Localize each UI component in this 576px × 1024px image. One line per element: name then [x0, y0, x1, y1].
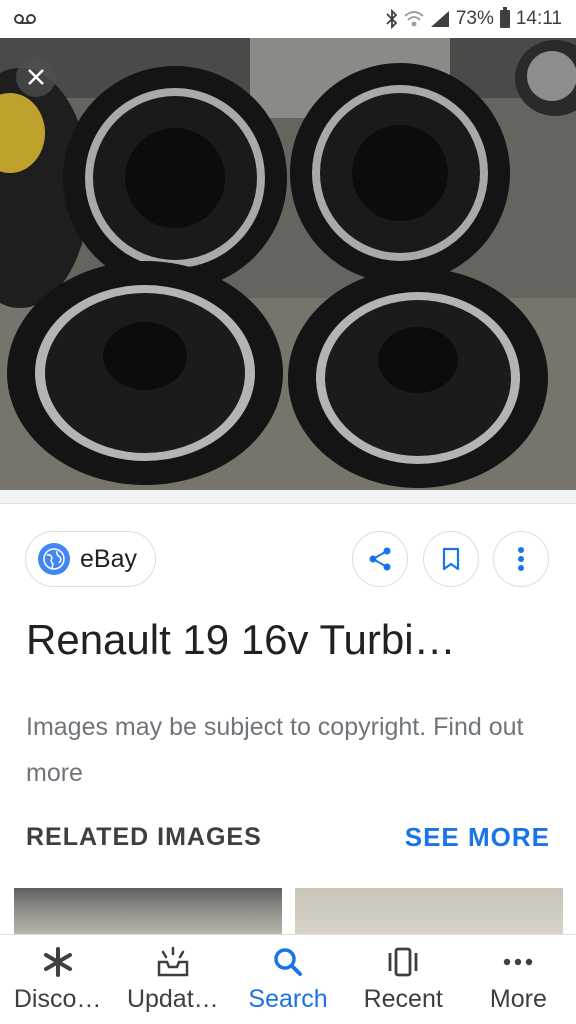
voicemail-icon — [14, 13, 36, 25]
more-horiz-icon — [503, 945, 533, 979]
asterisk-icon — [42, 945, 74, 979]
search-icon — [273, 945, 303, 979]
nav-label: Updat… — [126, 985, 219, 1013]
image-viewer[interactable] — [0, 38, 576, 490]
updates-icon — [156, 945, 190, 979]
nav-item-discover[interactable]: Disco… — [0, 935, 115, 1024]
nav-item-updates[interactable]: Updat… — [115, 935, 230, 1024]
share-button[interactable] — [352, 531, 408, 587]
status-bar: 73% 14:11 — [0, 0, 576, 38]
bluetooth-icon — [386, 9, 398, 29]
nav-item-more[interactable]: More — [461, 935, 576, 1024]
nav-label: Search — [248, 985, 328, 1013]
signal-icon — [430, 10, 450, 28]
battery-icon — [499, 7, 510, 28]
more-options-button[interactable] — [493, 531, 549, 587]
bottom-nav: Disco… Updat… Search Recent More — [0, 934, 576, 1024]
divider — [0, 490, 576, 504]
wheels-photo — [0, 38, 576, 490]
page-title[interactable]: Renault 19 16v Turbi… — [26, 614, 556, 666]
copyright-notice: Images may be subject to copyright. Find… — [26, 704, 556, 796]
related-images-header: RELATED IMAGES SEE MORE — [26, 822, 550, 853]
battery-percent: 73% — [455, 8, 494, 29]
see-more-button[interactable]: SEE MORE — [405, 822, 550, 853]
related-image-thumbnail[interactable] — [295, 888, 563, 936]
source-label: eBay — [80, 544, 137, 573]
source-chip[interactable]: eBay — [25, 531, 156, 587]
status-right: 73% 14:11 — [386, 7, 562, 30]
related-image-thumbnail[interactable] — [14, 888, 282, 936]
nav-label: Disco… — [13, 985, 102, 1013]
nav-item-search[interactable]: Search — [230, 935, 345, 1024]
copyright-text: Images may be subject to copyright. — [26, 713, 434, 741]
globe-icon — [38, 543, 70, 575]
wifi-icon — [404, 10, 424, 28]
nav-label: Recent — [363, 985, 443, 1013]
bookmark-button[interactable] — [423, 531, 479, 587]
close-icon — [28, 69, 44, 85]
share-icon — [369, 547, 391, 571]
nav-label: More — [489, 985, 547, 1013]
more-vert-icon — [518, 547, 524, 571]
bookmark-icon — [442, 547, 460, 571]
related-images-title: RELATED IMAGES — [26, 823, 262, 851]
close-button[interactable] — [16, 57, 56, 97]
recent-icon — [386, 945, 420, 979]
status-left — [14, 13, 36, 25]
status-time: 14:11 — [515, 8, 562, 29]
nav-item-recent[interactable]: Recent — [346, 935, 461, 1024]
